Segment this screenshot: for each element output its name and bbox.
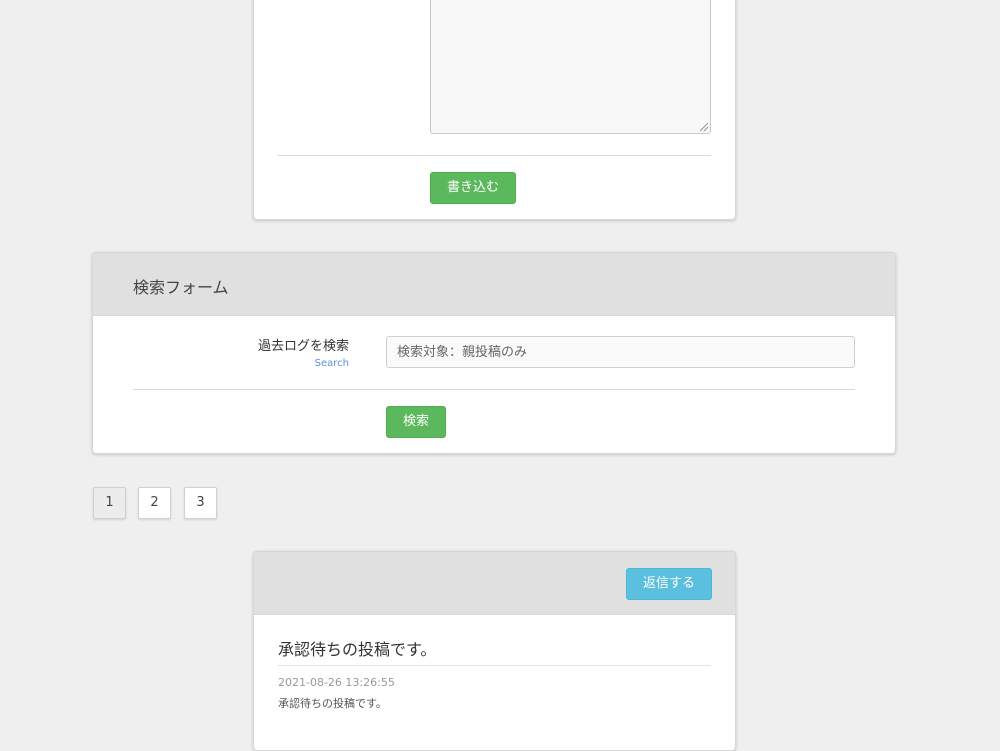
resize-grip-icon[interactable] [700,123,708,131]
search-form-title: 検索フォーム [133,278,229,297]
post-title: 承認待ちの投稿です。 [278,640,437,659]
post-card-header: 返信する [254,552,735,615]
post-divider [278,665,711,666]
post-form-card: 書き込む [253,0,736,220]
search-button[interactable]: 検索 [386,406,446,438]
post-timestamp: 2021-08-26 13:26:55 [278,676,395,689]
post-body: 承認待ちの投稿です。 [278,697,387,710]
page-link-2[interactable]: 2 [138,487,171,519]
page-link-3[interactable]: 3 [184,487,217,519]
search-field-sublabel: Search [314,358,349,369]
search-divider [133,389,855,390]
post-card: 返信する 承認待ちの投稿です。 2021-08-26 13:26:55 承認待ち… [253,551,736,751]
search-input[interactable] [386,336,855,368]
form-divider [278,155,711,156]
search-field-label: 過去ログを検索 [257,339,349,354]
page-link-1[interactable]: 1 [93,487,126,519]
search-card-header: 検索フォーム [93,253,895,316]
message-textarea[interactable] [430,0,711,134]
submit-button[interactable]: 書き込む [430,172,516,204]
reply-button[interactable]: 返信する [626,568,712,600]
search-form-card: 検索フォーム 過去ログを検索 Search 検索 [92,252,896,454]
